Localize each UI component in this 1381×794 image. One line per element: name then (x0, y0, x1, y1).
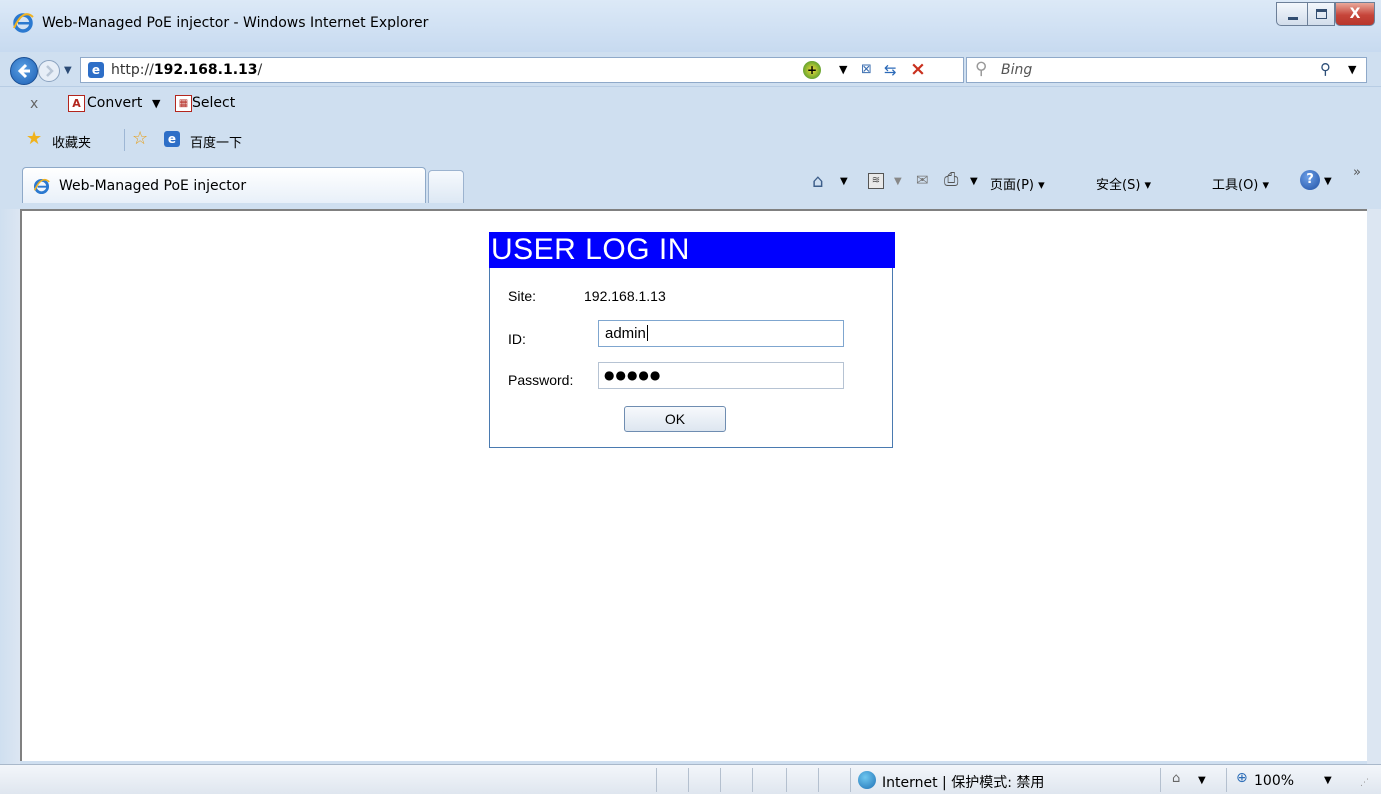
search-provider-icon: ⚲ (975, 59, 988, 79)
close-toolbar-icon[interactable]: x (30, 96, 38, 112)
window-frame-right (1367, 209, 1381, 764)
security-zone[interactable]: Internet | 保护模式: 禁用 (882, 772, 1044, 792)
page-viewport: USER LOG IN Site: 192.168.1.13 ID: admin… (20, 209, 1367, 761)
pdf-icon: A (68, 95, 85, 112)
minimize-button[interactable] (1276, 2, 1308, 26)
feed-icon[interactable]: ≋ (868, 173, 884, 189)
status-divider (850, 768, 851, 792)
search-box[interactable]: ⚲ Bing ⚲ ▼ (966, 57, 1367, 83)
forward-icon (46, 65, 54, 77)
help-dropdown[interactable]: ▼ (1324, 176, 1332, 187)
favorites-bar: ★ 收藏夹 ☆ e 百度一下 (0, 121, 1381, 161)
zoom-dropdown[interactable]: ▼ (1324, 775, 1332, 786)
add-favorite-icon[interactable]: ☆ (132, 128, 148, 149)
globe-icon (858, 771, 876, 789)
address-dropdown[interactable]: ▼ (839, 63, 847, 76)
address-input[interactable]: http://192.168.1.13/ (111, 62, 262, 78)
command-bar: x A Convert ▼ ▦ Select (0, 86, 1381, 120)
mail-icon[interactable]: ✉ (916, 171, 929, 189)
site-label: Site: (508, 288, 537, 304)
search-options-dropdown[interactable]: ▼ (1348, 63, 1356, 76)
search-icon[interactable]: ⚲ (1320, 60, 1331, 78)
window-title: Web-Managed PoE injector - Windows Inter… (42, 15, 429, 31)
help-icon[interactable]: ? (1300, 170, 1320, 190)
forward-button[interactable] (38, 60, 60, 82)
site-value: 192.168.1.13 (584, 288, 666, 304)
zoom-level[interactable]: 100% (1254, 773, 1294, 789)
close-icon: X (1349, 6, 1361, 22)
search-input[interactable]: Bing (1001, 62, 1032, 78)
page-icon: e (88, 62, 104, 78)
privacy-dropdown[interactable]: ▼ (1198, 775, 1206, 786)
status-divider (818, 768, 819, 792)
status-divider (1160, 768, 1161, 792)
maximize-button[interactable] (1307, 2, 1335, 26)
resize-grip[interactable]: ⋰ (1360, 778, 1369, 788)
title-bar: Web-Managed PoE injector - Windows Inter… (0, 0, 1381, 85)
password-field[interactable]: ●●●●● (598, 362, 844, 389)
status-bar: Internet | 保护模式: 禁用 ⌂ ▼ ⊕ 100% ▼ ⋰ (0, 764, 1381, 794)
ok-button[interactable]: OK (624, 406, 726, 432)
privacy-icon[interactable]: ⌂ (1172, 771, 1180, 786)
navigation-bar: ▼ e http://192.168.1.13/ + ▼ ⊠ ⇆ × ⚲ Bin… (0, 52, 1381, 86)
compat-icon[interactable]: + (803, 61, 821, 79)
status-divider (752, 768, 753, 792)
status-divider (786, 768, 787, 792)
recent-pages-dropdown[interactable]: ▼ (64, 65, 72, 76)
print-dropdown[interactable]: ▼ (970, 176, 978, 187)
tab-active[interactable]: Web-Managed PoE injector (22, 167, 426, 203)
feed-dropdown[interactable]: ▼ (894, 176, 902, 187)
text-cursor (646, 325, 648, 341)
login-header: USER LOG IN (489, 232, 895, 268)
id-field[interactable]: admin (598, 320, 844, 347)
stop-icon[interactable]: × (910, 58, 926, 80)
back-icon (17, 63, 30, 79)
window-frame-left (0, 209, 20, 764)
favorite-link-baidu[interactable]: 百度一下 (190, 132, 242, 151)
home-icon[interactable]: ⌂ (812, 171, 823, 192)
login-form: Site: 192.168.1.13 ID: admin Password: ●… (489, 268, 893, 448)
new-tab-button[interactable] (428, 170, 464, 203)
convert-button[interactable]: Convert (87, 95, 142, 111)
ie-logo-icon (13, 13, 34, 33)
status-divider (1226, 768, 1227, 792)
print-icon[interactable]: ⎙ (944, 169, 958, 190)
star-icon[interactable]: ★ (26, 128, 42, 149)
page-menu[interactable]: 页面(P) ▾ (990, 174, 1045, 193)
safety-menu[interactable]: 安全(S) ▾ (1096, 174, 1151, 193)
address-bar[interactable]: e http://192.168.1.13/ + ▼ ⊠ ⇆ × (80, 57, 964, 83)
zoom-icon[interactable]: ⊕ (1236, 770, 1248, 786)
convert-dropdown[interactable]: ▼ (152, 97, 160, 110)
refresh-icon[interactable]: ⇆ (884, 61, 897, 79)
close-button[interactable]: X (1335, 2, 1375, 26)
tab-label: Web-Managed PoE injector (59, 178, 247, 194)
select-button[interactable]: Select (192, 95, 235, 111)
tools-menu[interactable]: 工具(O) ▾ (1212, 174, 1269, 193)
tab-bar: Web-Managed PoE injector ⌂ ▼ ≋ ▼ ✉ ⎙ ▼ 页… (0, 161, 1381, 209)
ie-logo-icon (33, 178, 50, 195)
minimize-icon (1288, 17, 1298, 20)
favorites-button[interactable]: 收藏夹 (52, 132, 91, 151)
password-label: Password: (508, 372, 574, 388)
status-divider (720, 768, 721, 792)
maximize-icon (1316, 9, 1327, 19)
status-divider (656, 768, 657, 792)
id-label: ID: (508, 331, 526, 347)
toolbar-overflow-button[interactable]: » (1353, 165, 1361, 180)
separator (124, 129, 125, 151)
back-button[interactable] (10, 57, 38, 85)
home-dropdown[interactable]: ▼ (840, 176, 848, 187)
select-icon: ▦ (175, 95, 192, 112)
status-divider (688, 768, 689, 792)
compatibility-view-icon[interactable]: ⊠ (861, 62, 872, 77)
ie-page-icon: e (164, 131, 180, 147)
